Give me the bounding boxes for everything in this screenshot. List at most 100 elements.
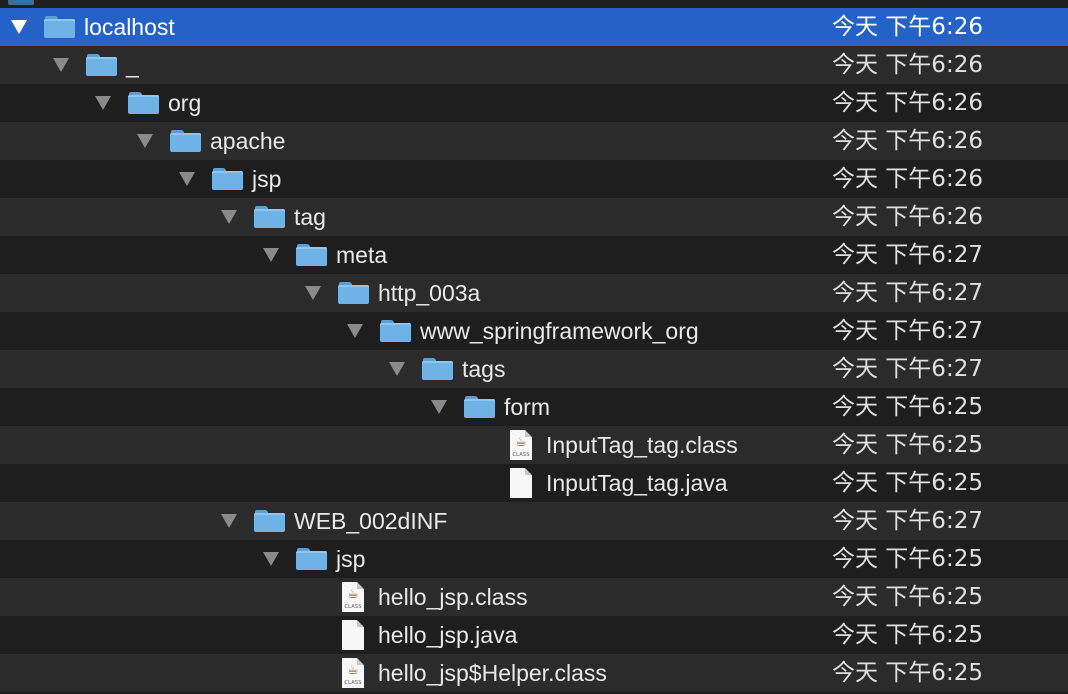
tree-row[interactable]: localhost 今天 下午6:26 [0, 8, 1068, 46]
item-name: InputTag_tag.java [546, 464, 728, 502]
folder-icon [337, 274, 369, 312]
item-name: InputTag_tag.class [546, 426, 738, 464]
tree-row[interactable]: _ 今天 下午6:26 [0, 46, 1068, 84]
tree-row[interactable]: tags 今天 下午6:27 [0, 350, 1068, 388]
name-cell: jsp [260, 540, 365, 578]
name-cell: ☕CLASS InputTag_tag.class [492, 426, 738, 464]
tree-row[interactable]: apache今天 下午6:26 [0, 122, 1068, 160]
date-modified: 今天 下午6:25 [832, 578, 983, 616]
disclosure-triangle-icon[interactable] [8, 8, 30, 46]
item-name: meta [336, 236, 387, 274]
tree-row[interactable]: ☕ CLASS hello_jsp$Helper.class 今天 下午6:25 [0, 654, 1068, 692]
name-cell: WEB_002dINF [218, 502, 447, 540]
item-name: localhost [84, 8, 175, 46]
date-modified: 今天 下午6:26 [832, 160, 983, 198]
java-class-file-icon: ☕CLASS [337, 578, 369, 616]
item-name: hello_jsp$Helper.class [378, 654, 607, 692]
date-modified: 今天 下午6:27 [832, 274, 983, 312]
disclosure-triangle-icon[interactable] [134, 122, 156, 160]
item-name: hello_jsp.java [378, 616, 517, 654]
date-modified: 今天 下午6:25 [832, 464, 983, 502]
date-modified: 今天 下午6:25 [832, 426, 983, 464]
coffee-cup-glyph: ☕ [342, 588, 364, 602]
name-cell: hello_jsp.java [324, 616, 517, 654]
disclosure-triangle-icon[interactable] [176, 160, 198, 198]
file-list-view: localhost 今天 下午6:26 _ 今天 下午6:26 org 今天 下午6:26… [0, 0, 1068, 694]
item-name: tag [294, 198, 326, 236]
tree-row[interactable]: www_springframework_org 今天 下午6:27 [0, 312, 1068, 350]
name-cell: tags [386, 350, 505, 388]
tree-row[interactable]: form 今天 下午6:25 [0, 388, 1068, 426]
tree-row[interactable]: meta 今天 下午6:27 [0, 236, 1068, 274]
folder-icon [295, 236, 327, 274]
disclosure-triangle-icon[interactable] [386, 350, 408, 388]
folder-icon [127, 84, 159, 122]
java-class-file-icon: ☕CLASS [505, 426, 537, 464]
disclosure-triangle-icon[interactable] [218, 198, 240, 236]
file-tree-rows: localhost 今天 下午6:26 _ 今天 下午6:26 org 今天 下午6:26… [0, 8, 1068, 692]
item-name: hello_jsp.class [378, 578, 528, 616]
date-modified: 今天 下午6:26 [832, 8, 983, 46]
partial-folder-icon [8, 0, 34, 5]
tree-row[interactable]: ☕CLASS InputTag_tag.class 今天 下午6:25 [0, 426, 1068, 464]
item-name: www_springframework_org [420, 312, 699, 350]
name-cell: tag [218, 198, 326, 236]
java-class-file-icon: ☕ CLASS [337, 654, 369, 692]
date-modified: 今天 下午6:27 [832, 350, 983, 388]
tree-row[interactable]: org 今天 下午6:26 [0, 84, 1068, 122]
folder-icon [253, 198, 285, 236]
name-cell: form [428, 388, 550, 426]
folder-icon [211, 160, 243, 198]
item-name: _ [126, 46, 139, 84]
name-cell: jsp [176, 160, 281, 198]
date-modified: 今天 下午6:26 [832, 84, 983, 122]
item-name: jsp [252, 160, 281, 198]
name-cell: ☕ CLASS hello_jsp$Helper.class [324, 654, 607, 692]
item-name: form [504, 388, 550, 426]
name-cell: apache [134, 122, 285, 160]
class-file-tag: CLASS [342, 680, 364, 686]
disclosure-triangle-icon[interactable] [260, 540, 282, 578]
folder-icon [169, 122, 201, 160]
tree-row[interactable]: InputTag_tag.java 今天 下午6:25 [0, 464, 1068, 502]
name-cell: ☕CLASS hello_jsp.class [324, 578, 528, 616]
tree-row[interactable]: WEB_002dINF今天 下午6:27 [0, 502, 1068, 540]
date-modified: 今天 下午6:25 [832, 540, 983, 578]
date-modified: 今天 下午6:25 [832, 654, 983, 692]
tree-row[interactable]: tag今天 下午6:26 [0, 198, 1068, 236]
disclosure-triangle-icon[interactable] [218, 502, 240, 540]
disclosure-triangle-icon[interactable] [428, 388, 450, 426]
tree-row[interactable]: jsp 今天 下午6:25 [0, 540, 1068, 578]
name-cell: www_springframework_org [344, 312, 699, 350]
document-icon [337, 616, 369, 654]
date-modified: 今天 下午6:27 [832, 236, 983, 274]
date-modified: 今天 下午6:25 [832, 388, 983, 426]
class-file-tag: CLASS [510, 452, 532, 458]
tree-row[interactable]: hello_jsp.java 今天 下午6:25 [0, 616, 1068, 654]
date-modified: 今天 下午6:27 [832, 312, 983, 350]
name-cell: org [92, 84, 201, 122]
item-name: tags [462, 350, 505, 388]
folder-icon [43, 8, 75, 46]
disclosure-triangle-icon[interactable] [260, 236, 282, 274]
date-modified: 今天 下午6:26 [832, 46, 983, 84]
previous-row-fragment [0, 0, 1068, 8]
tree-row[interactable]: http_003a 今天 下午6:27 [0, 274, 1068, 312]
disclosure-triangle-icon[interactable] [344, 312, 366, 350]
disclosure-triangle-icon[interactable] [302, 274, 324, 312]
folder-icon [253, 502, 285, 540]
item-name: jsp [336, 540, 365, 578]
name-cell: localhost [8, 8, 175, 46]
folder-icon [295, 540, 327, 578]
disclosure-triangle-icon[interactable] [92, 84, 114, 122]
disclosure-triangle-icon[interactable] [50, 46, 72, 84]
tree-row[interactable]: ☕CLASS hello_jsp.class 今天 下午6:25 [0, 578, 1068, 616]
folder-icon [463, 388, 495, 426]
name-cell: _ [50, 46, 139, 84]
folder-icon [379, 312, 411, 350]
name-cell: http_003a [302, 274, 480, 312]
document-icon [505, 464, 537, 502]
tree-row[interactable]: jsp 今天 下午6:26 [0, 160, 1068, 198]
coffee-cup-glyph: ☕ [342, 664, 364, 678]
date-modified: 今天 下午6:25 [832, 616, 983, 654]
